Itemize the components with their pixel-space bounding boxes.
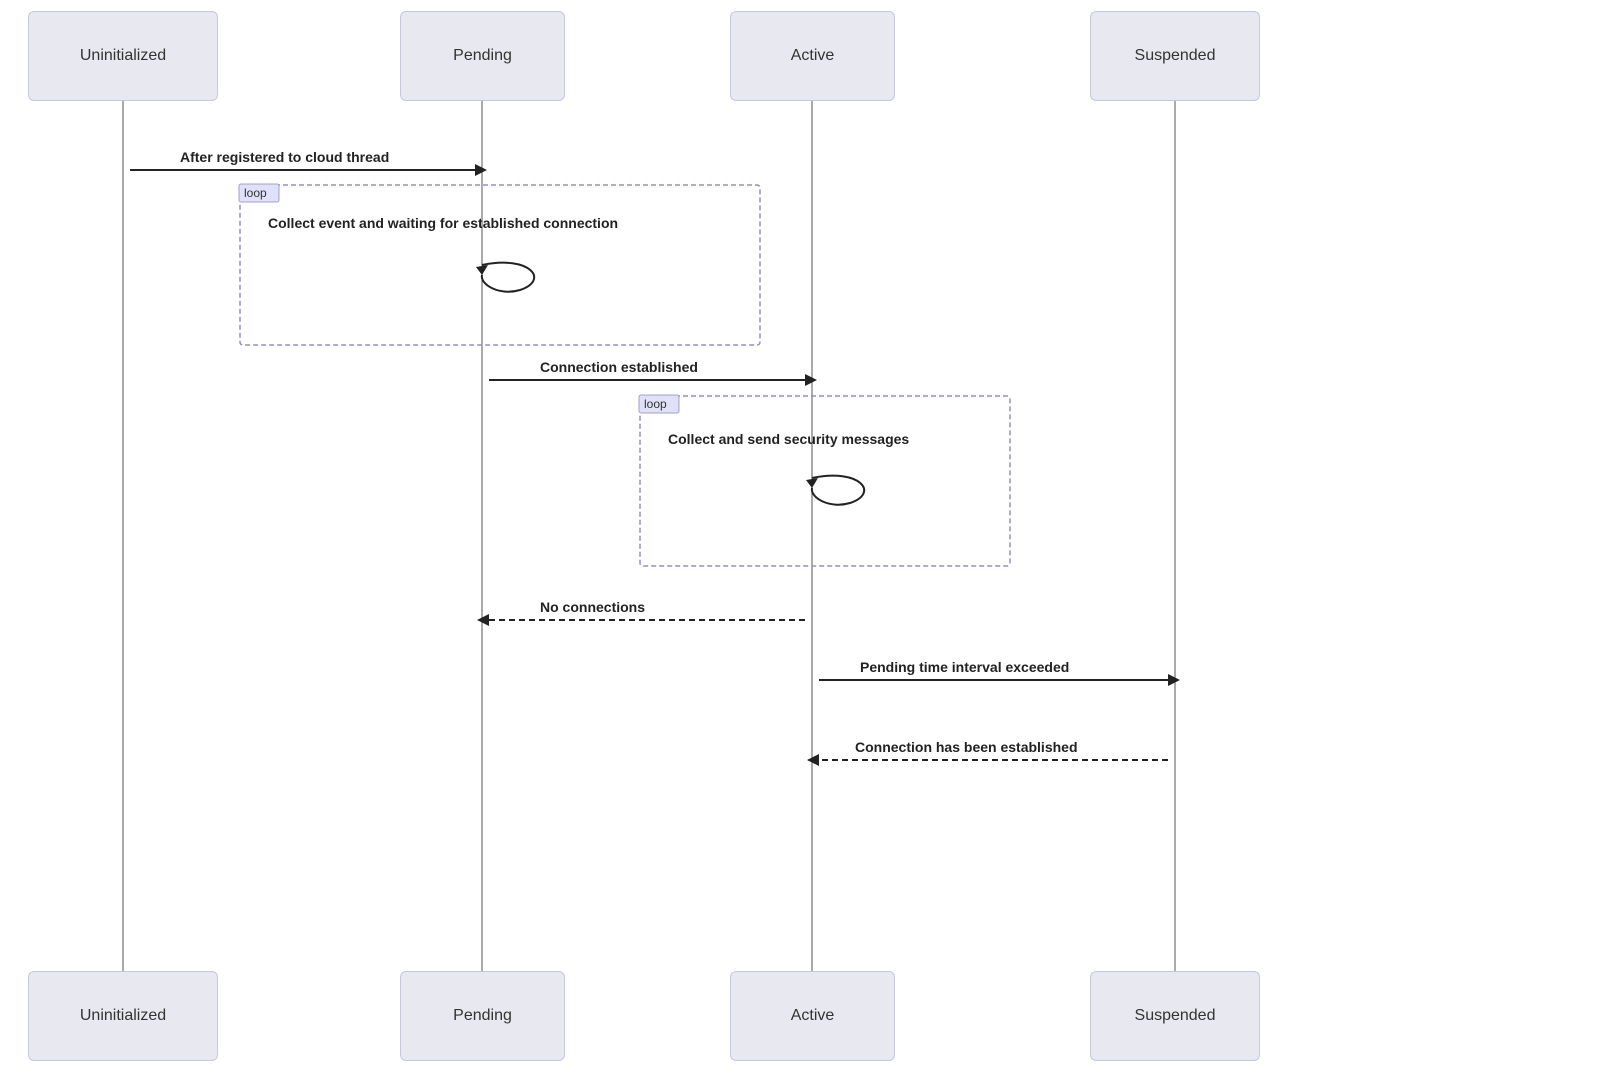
sequence-diagram: Uninitialized Pending Active Suspended U… <box>0 0 1602 1087</box>
svg-text:Connection established: Connection established <box>540 359 698 375</box>
svg-text:loop: loop <box>244 186 267 200</box>
lifelines-svg: After registered to cloud thread loop Co… <box>0 0 1602 1087</box>
lifeline-label-pending-bottom: Pending <box>453 1007 512 1025</box>
svg-text:loop: loop <box>644 397 667 411</box>
svg-text:Connection has been establishe: Connection has been established <box>855 739 1078 755</box>
lifeline-label-pending-top: Pending <box>453 47 512 65</box>
lifeline-label-suspended-bottom: Suspended <box>1135 1007 1216 1025</box>
lifeline-label-uninitialized-bottom: Uninitialized <box>80 1007 166 1025</box>
lifeline-box-uninitialized-top: Uninitialized <box>28 11 218 101</box>
lifeline-label-active-bottom: Active <box>791 1007 835 1025</box>
svg-text:Collect event and waiting for: Collect event and waiting for establishe… <box>268 215 618 231</box>
lifeline-box-active-bottom: Active <box>730 971 895 1061</box>
lifeline-box-uninitialized-bottom: Uninitialized <box>28 971 218 1061</box>
svg-text:Pending time interval exceeded: Pending time interval exceeded <box>860 659 1069 675</box>
lifeline-label-uninitialized-top: Uninitialized <box>80 47 166 65</box>
lifeline-label-active-top: Active <box>791 47 835 65</box>
svg-text:No connections: No connections <box>540 599 645 615</box>
lifeline-box-pending-top: Pending <box>400 11 565 101</box>
svg-text:Collect and send security mess: Collect and send security messages <box>668 431 909 447</box>
lifeline-box-active-top: Active <box>730 11 895 101</box>
lifeline-box-suspended-top: Suspended <box>1090 11 1260 101</box>
lifeline-box-pending-bottom: Pending <box>400 971 565 1061</box>
svg-text:After registered to cloud thre: After registered to cloud thread <box>180 149 389 165</box>
lifeline-box-suspended-bottom: Suspended <box>1090 971 1260 1061</box>
lifeline-label-suspended-top: Suspended <box>1135 47 1216 65</box>
